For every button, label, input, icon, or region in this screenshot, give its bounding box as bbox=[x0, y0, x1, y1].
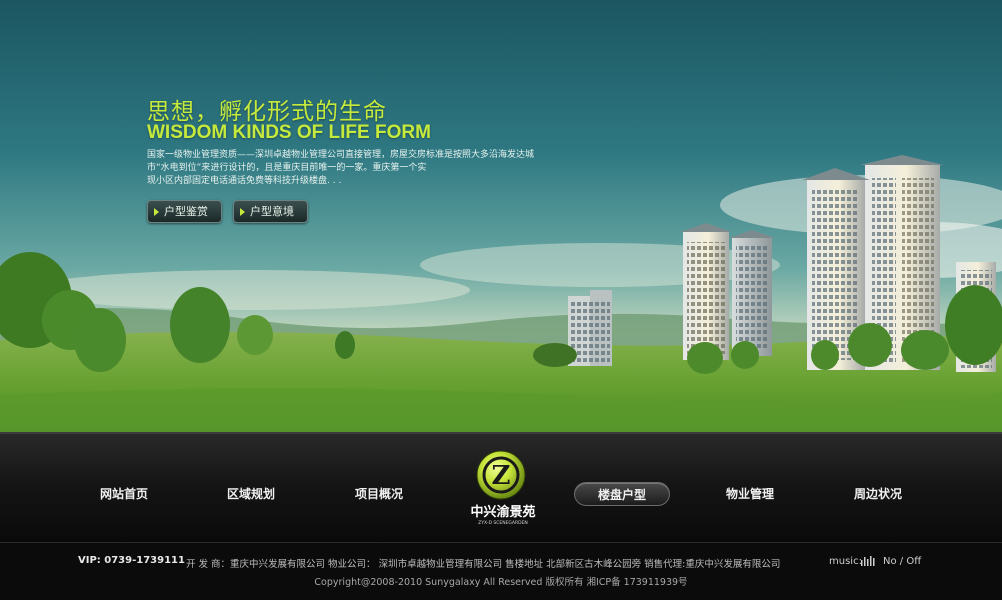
nav-item-surroundings[interactable]: 周边状况 bbox=[839, 482, 917, 506]
intro-text: 国家一级物业管理资质——深圳卓越物业管理公司直接管理，房屋交房标准是按照大多沿海… bbox=[147, 149, 587, 188]
logo-title: 中兴渝景苑 bbox=[470, 504, 535, 520]
hero-banner: 思想，孵化形式的生命 WISDOM KINDS OF LIFE FORM 国家一… bbox=[0, 0, 1002, 432]
vip-hotline: VIP: 0739-1739111 bbox=[78, 555, 185, 566]
building-cluster-middle bbox=[680, 223, 775, 360]
intro-line: 国家一级物业管理资质——深圳卓越物业管理公司直接管理，房屋交房标准是按照大多沿海… bbox=[147, 150, 535, 160]
headline-english: WISDOM KINDS OF LIFE FORM bbox=[147, 122, 431, 143]
play-arrow-icon bbox=[154, 208, 159, 216]
intro-line: 市“水电到位”来进行设计的，且是重庆目前唯一的一家。重庆第一个实 bbox=[147, 163, 427, 173]
floor-plan-mood-button[interactable]: 户型意境 bbox=[233, 200, 308, 223]
logo-emblem-icon: Z 中兴渝景苑 ZYX-D SCENEGARDEN bbox=[470, 450, 536, 526]
footer: VIP: 0739-1739111 开 发 商：重庆中兴发展有限公司 物业公司：… bbox=[0, 542, 1002, 600]
copyright-text: Copyright@2008-2010 Sunygalaxy All Reser… bbox=[314, 577, 688, 588]
floor-plan-mood-button-label: 户型意境 bbox=[250, 205, 294, 218]
page: 思想，孵化形式的生命 WISDOM KINDS OF LIFE FORM 国家一… bbox=[0, 0, 1002, 600]
developer-info: 开 发 商：重庆中兴发展有限公司 物业公司： 深圳市卓越物业管理有限公司 售楼地… bbox=[186, 559, 781, 570]
nav-item-floor-plans[interactable]: 楼盘户型 bbox=[574, 482, 670, 506]
floor-plan-button[interactable]: 户型鉴赏 bbox=[147, 200, 222, 223]
logo-letter: Z bbox=[492, 461, 511, 491]
headline-chinese: 思想，孵化形式的生命 bbox=[147, 99, 387, 125]
nav-item-home[interactable]: 网站首页 bbox=[85, 482, 163, 506]
nav-item-regional-planning[interactable]: 区域规划 bbox=[212, 482, 290, 506]
play-arrow-icon bbox=[240, 208, 245, 216]
music-label: music: bbox=[829, 556, 862, 567]
logo-subtitle: ZYX-D SCENEGARDEN bbox=[478, 520, 528, 526]
footer-info-row: VIP: 0739-1739111 开 发 商：重庆中兴发展有限公司 物业公司：… bbox=[0, 555, 1002, 570]
floor-plan-button-label: 户型鉴赏 bbox=[164, 205, 208, 218]
nav-item-project-overview[interactable]: 项目概况 bbox=[340, 482, 418, 506]
site-logo[interactable]: Z 中兴渝景苑 ZYX-D SCENEGARDEN bbox=[453, 448, 553, 526]
equalizer-icon[interactable] bbox=[861, 556, 875, 566]
music-toggle[interactable]: No / Off bbox=[883, 556, 921, 567]
nav-item-property-management[interactable]: 物业管理 bbox=[711, 482, 789, 506]
intro-line: 现小区内部固定电话通话免费等科技升级楼盘. . . bbox=[147, 176, 342, 186]
